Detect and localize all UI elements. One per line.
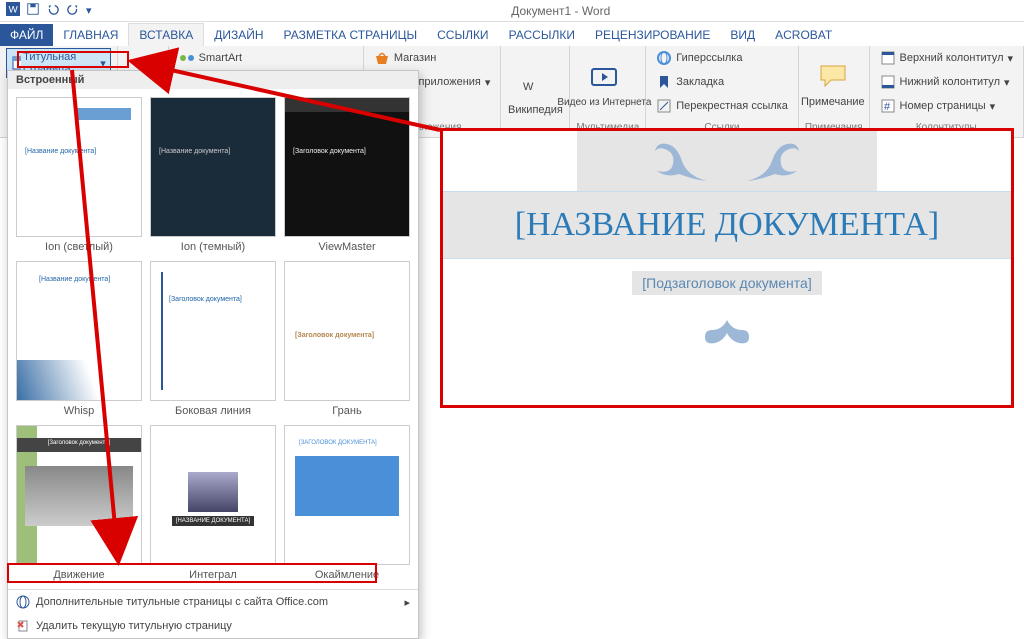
gallery-item-viewmaster[interactable]: ViewMaster bbox=[284, 97, 410, 253]
wikipedia-button[interactable]: W Википедия bbox=[507, 59, 563, 125]
gallery-label: Ion (темный) bbox=[150, 241, 276, 253]
hyperlink-button[interactable]: Гиперссылка bbox=[652, 48, 746, 68]
quick-access-toolbar: W ▾ bbox=[0, 2, 98, 19]
video-label: Видео из Интернета bbox=[557, 97, 651, 108]
comment-button[interactable]: Примечание bbox=[805, 51, 861, 117]
page-number-button[interactable]: #Номер страницы▾ bbox=[876, 96, 1000, 116]
tab-design[interactable]: ДИЗАЙН bbox=[204, 24, 273, 46]
bookmark-label: Закладка bbox=[676, 76, 724, 88]
save-icon[interactable] bbox=[26, 2, 40, 19]
tab-file[interactable]: ФАЙЛ bbox=[0, 24, 53, 46]
gallery-item-integral[interactable]: [НАЗВАНИЕ ДОКУМЕНТА] Интеграл bbox=[150, 425, 276, 581]
smartart-label: SmartArt bbox=[199, 52, 242, 64]
comment-icon bbox=[817, 60, 849, 92]
crossref-icon bbox=[656, 98, 672, 114]
pagenum-icon: # bbox=[880, 98, 896, 114]
tab-home[interactable]: ГЛАВНАЯ bbox=[53, 24, 128, 46]
header-label: Верхний колонтитул bbox=[900, 52, 1004, 64]
gallery-item-ion-dark[interactable]: Ion (темный) bbox=[150, 97, 276, 253]
more-from-office-button[interactable]: Дополнительные титульные страницы с сайт… bbox=[8, 590, 418, 614]
ribbon-tabs: ФАЙЛ ГЛАВНАЯ ВСТАВКА ДИЗАЙН РАЗМЕТКА СТР… bbox=[0, 22, 1024, 46]
svg-text:#: # bbox=[884, 101, 891, 113]
gallery-item-motion[interactable]: [Заголовок документа] Движение bbox=[16, 425, 142, 581]
footer-button[interactable]: Нижний колонтитул▾ bbox=[876, 72, 1014, 92]
svg-text:W: W bbox=[523, 81, 534, 93]
ornament-top bbox=[577, 131, 877, 191]
document-preview: [НАЗВАНИЕ ДОКУМЕНТА] [Подзаголовок докум… bbox=[440, 128, 1014, 408]
online-video-button[interactable]: Видео из Интернета bbox=[576, 51, 632, 117]
crossref-label: Перекрестная ссылка bbox=[676, 100, 788, 112]
chevron-right-icon: ▸ bbox=[404, 596, 410, 609]
remove-title-page-button[interactable]: Удалить текущую титульную страницу bbox=[8, 614, 418, 638]
gallery-item-ion-light[interactable]: Ion (светлый) bbox=[16, 97, 142, 253]
hyperlink-label: Гиперссылка bbox=[676, 52, 742, 64]
word-icon: W bbox=[6, 2, 20, 19]
crossref-button[interactable]: Перекрестная ссылка bbox=[652, 96, 792, 116]
gallery-label: Интеграл bbox=[150, 569, 276, 581]
gallery-label: Ion (светлый) bbox=[16, 241, 142, 253]
footer-label: Нижний колонтитул bbox=[900, 76, 1000, 88]
title-bar: W ▾ Документ1 - Word bbox=[0, 0, 1024, 22]
gallery-item-banded[interactable]: Окаймление bbox=[284, 425, 410, 581]
svg-text:W: W bbox=[9, 5, 19, 16]
delete-icon bbox=[16, 619, 30, 633]
wikipedia-label: Википедия bbox=[508, 104, 563, 116]
title-text: [НАЗВАНИЕ ДОКУМЕНТА] bbox=[515, 206, 939, 243]
store-label: Магазин bbox=[394, 52, 436, 64]
redo-icon[interactable] bbox=[66, 2, 80, 19]
wikipedia-icon: W bbox=[519, 68, 551, 100]
store-icon bbox=[374, 50, 390, 66]
thumb-label: [НАЗВАНИЕ ДОКУМЕНТА] bbox=[172, 516, 254, 526]
window-title: Документ1 - Word bbox=[98, 4, 1024, 18]
tab-review[interactable]: РЕЦЕНЗИРОВАНИЕ bbox=[585, 24, 720, 46]
ornament-bottom bbox=[687, 315, 767, 355]
subtitle-placeholder[interactable]: [Подзаголовок документа] bbox=[632, 271, 821, 295]
tab-insert[interactable]: ВСТАВКА bbox=[128, 23, 204, 46]
tab-acrobat[interactable]: ACROBAT bbox=[765, 24, 842, 46]
header-icon bbox=[880, 50, 896, 66]
gallery-item-whisp[interactable]: Whisp bbox=[16, 261, 142, 417]
link-icon bbox=[656, 50, 672, 66]
gallery-label: Грань bbox=[284, 405, 410, 417]
gallery-header: Встроенный bbox=[8, 71, 418, 89]
gallery-label: Боковая линия bbox=[150, 405, 276, 417]
gallery-item-sideline[interactable]: Боковая линия bbox=[150, 261, 276, 417]
title-page-gallery: Встроенный Ion (светлый) Ion (темный) Vi… bbox=[7, 70, 419, 639]
remove-label: Удалить текущую титульную страницу bbox=[36, 620, 232, 632]
gallery-label: Whisp bbox=[16, 405, 142, 417]
comment-label: Примечание bbox=[801, 96, 865, 108]
gallery-item-facet[interactable]: Грань bbox=[284, 261, 410, 417]
page-icon bbox=[11, 56, 21, 70]
undo-icon[interactable] bbox=[46, 2, 60, 19]
globe-icon bbox=[16, 595, 30, 609]
tab-mail[interactable]: РАССЫЛКИ bbox=[499, 24, 585, 46]
title-placeholder[interactable]: [НАЗВАНИЕ ДОКУМЕНТА] bbox=[443, 191, 1011, 259]
gallery-label: Окаймление bbox=[284, 569, 410, 581]
footer-icon bbox=[880, 74, 896, 90]
tab-refs[interactable]: ССЫЛКИ bbox=[427, 24, 498, 46]
tab-view[interactable]: ВИД bbox=[720, 24, 765, 46]
qat-dropdown-icon[interactable]: ▾ bbox=[86, 4, 92, 17]
gallery-label: Движение bbox=[16, 569, 142, 581]
header-button[interactable]: Верхний колонтитул▾ bbox=[876, 48, 1017, 68]
store-button[interactable]: Магазин bbox=[370, 48, 440, 68]
chevron-down-icon: ▾ bbox=[100, 57, 106, 70]
tab-layout[interactable]: РАЗМЕТКА СТРАНИЦЫ bbox=[274, 24, 428, 46]
thumb-label: [Заголовок документа] bbox=[17, 438, 141, 452]
bookmark-button[interactable]: Закладка bbox=[652, 72, 728, 92]
more-label: Дополнительные титульные страницы с сайт… bbox=[36, 596, 328, 608]
gallery-label: ViewMaster bbox=[284, 241, 410, 253]
bookmark-icon bbox=[656, 74, 672, 90]
pagenum-label: Номер страницы bbox=[900, 100, 986, 112]
video-icon bbox=[588, 61, 620, 93]
smartart-icon bbox=[179, 50, 195, 66]
smartart-button[interactable]: SmartArt bbox=[175, 48, 246, 68]
